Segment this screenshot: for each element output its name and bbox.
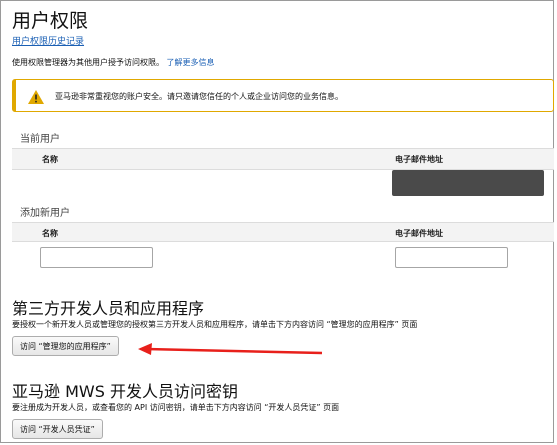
mws-heading: 亚马逊 MWS 开发人员访问密钥 xyxy=(12,382,238,401)
developer-credentials-button[interactable]: 访问 “开发人员凭证” xyxy=(12,419,103,439)
mws-description: 要注册成为开发人员，或查看您的 API 访问密钥，请单击下方内容访问 “开发人员… xyxy=(12,403,340,412)
